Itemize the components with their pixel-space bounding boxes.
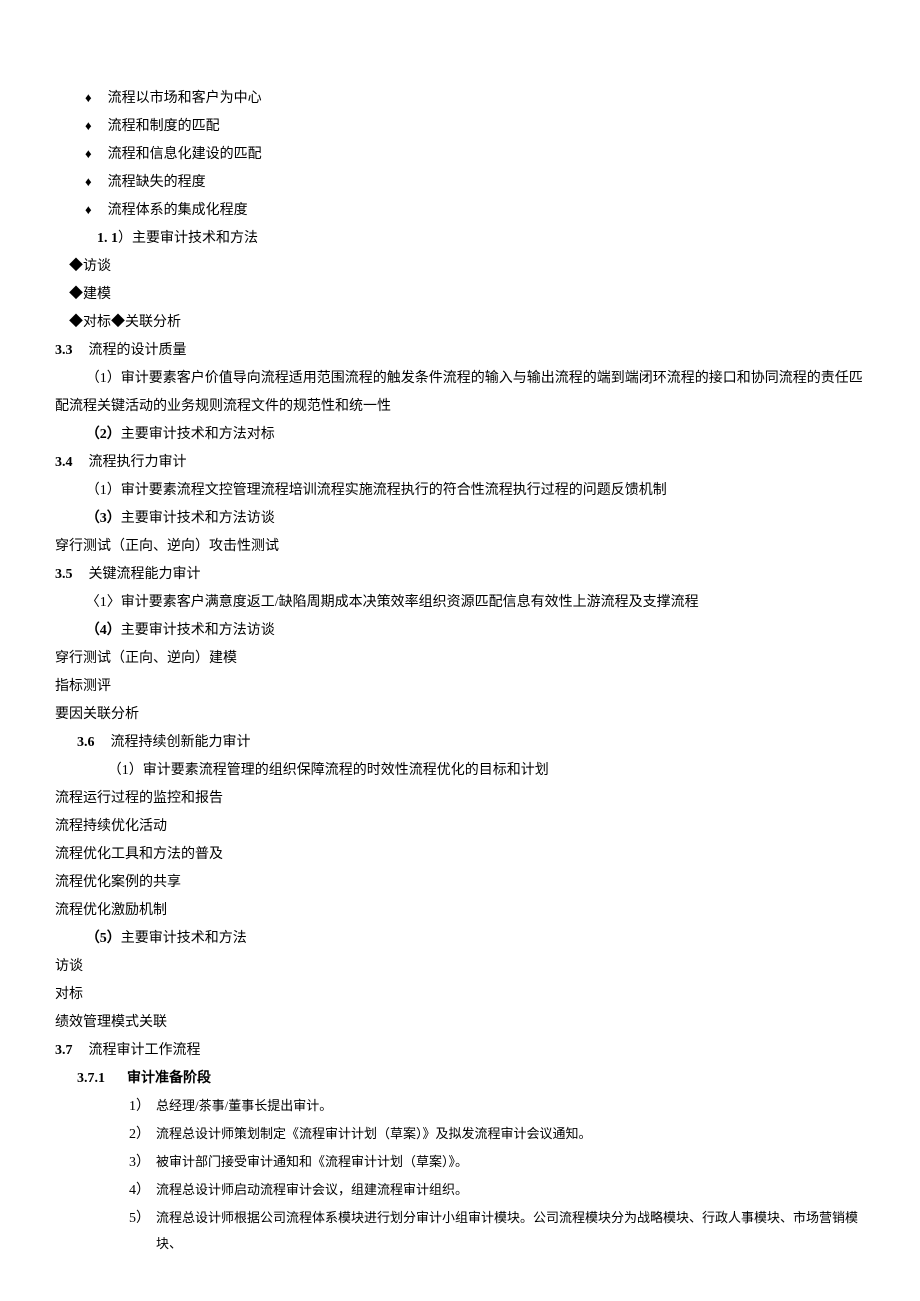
section-3-7-heading: 3.7 流程审计工作流程 [55, 1037, 865, 1065]
list-item: ♦ 流程和信息化建设的匹配 [85, 141, 865, 169]
paragraph: （3）主要审计技术和方法访谈 [55, 505, 865, 533]
diamond-icon: ♦ [85, 113, 92, 139]
section-3-4-heading: 3.4 流程执行力审计 [55, 449, 865, 477]
step-item: 5） 流程总设计师根据公司流程体系模块进行划分审计小组审计模块。公司流程模块分为… [129, 1205, 865, 1257]
list-item: ♦ 流程体系的集成化程度 [85, 197, 865, 225]
paragraph: （5）主要审计技术和方法 [55, 925, 865, 953]
step-label: 2） [129, 1121, 150, 1149]
item-label: （2） [86, 427, 121, 442]
diamond-icon: ♦ [85, 85, 92, 111]
paragraph: （4）主要审计技术和方法访谈 [55, 617, 865, 645]
diamond-icon: ♦ [85, 169, 92, 195]
item-text: 主要审计技术和方法 [121, 931, 247, 946]
paragraph: （1）审计要素流程管理的组织保障流程的时效性流程优化的目标和计划 [77, 757, 865, 785]
paragraph: （1）审计要素流程文控管理流程培训流程实施流程执行的符合性流程执行过程的问题反馈… [55, 477, 865, 505]
section-number: 3.4 [55, 455, 73, 470]
item-text: 主要审计技术和方法访谈 [121, 511, 275, 526]
step-item: 1） 总经理/茶事/董事长提出审计。 [129, 1093, 865, 1121]
section-title: 流程审计工作流程 [89, 1043, 201, 1058]
text-line-bench: ◆对标◆关联分析 [69, 309, 865, 337]
step-item: 3） 被审计部门接受审计通知和《流程审计计划（草案）》。 [129, 1149, 865, 1177]
paragraph: （2）主要审计技术和方法对标 [55, 421, 865, 449]
section-number: 3.7 [55, 1043, 73, 1058]
paragraph: 流程持续优化活动 [55, 813, 865, 841]
subsection-title: ）主要审计技术和方法 [118, 231, 258, 246]
step-text: 流程总设计师启动流程审计会议，组建流程审计组织。 [156, 1177, 468, 1203]
paragraph: 对标 [55, 981, 865, 1009]
diamond-icon: ♦ [85, 197, 92, 223]
subsection-title: 审计准备阶段 [127, 1071, 211, 1086]
step-item: 4） 流程总设计师启动流程审计会议，组建流程审计组织。 [129, 1177, 865, 1205]
subsection-1-1: 1. 1）主要审计技术和方法 [97, 225, 865, 253]
list-item-text: 流程以市场和客户为中心 [108, 85, 262, 113]
step-text: 流程总设计师策划制定《流程审计计划（草案）》及拟发流程审计会议通知。 [156, 1121, 592, 1147]
list-item-text: 流程体系的集成化程度 [108, 197, 248, 225]
paragraph: 绩效管理模式关联 [55, 1009, 865, 1037]
step-label: 4） [129, 1177, 150, 1205]
section-number: 3.5 [55, 567, 73, 582]
paragraph: 访谈 [55, 953, 865, 981]
text-line-modeling: ◆建模 [69, 281, 865, 309]
paragraph: （1）审计要素客户价值导向流程适用范围流程的触发条件流程的输入与输出流程的端到端… [55, 365, 865, 421]
paragraph: 穿行测试（正向、逆向）攻击性测试 [55, 533, 865, 561]
diamond-bullet-list: ♦ 流程以市场和客户为中心 ♦ 流程和制度的匹配 ♦ 流程和信息化建设的匹配 ♦… [85, 85, 865, 225]
paragraph: 流程优化案例的共享 [55, 869, 865, 897]
section-number: 3.6 [77, 735, 95, 750]
diamond-icon: ♦ [85, 141, 92, 167]
section-3-6-heading: 3.6 流程持续创新能力审计 [77, 729, 865, 757]
subsection-number: 3.7.1 [77, 1071, 105, 1086]
item-text: 主要审计技术和方法对标 [121, 427, 275, 442]
step-item: 2） 流程总设计师策划制定《流程审计计划（草案）》及拟发流程审计会议通知。 [129, 1121, 865, 1149]
step-label: 3） [129, 1149, 150, 1177]
list-item-text: 流程和信息化建设的匹配 [108, 141, 262, 169]
paragraph: 穿行测试（正向、逆向）建模 [55, 645, 865, 673]
numbered-steps: 1） 总经理/茶事/董事长提出审计。 2） 流程总设计师策划制定《流程审计计划（… [129, 1093, 865, 1257]
subsection-number: 1. 1 [97, 231, 118, 246]
section-title: 流程持续创新能力审计 [111, 735, 251, 750]
step-label: 1） [129, 1093, 150, 1121]
item-text: 主要审计技术和方法访谈 [121, 623, 275, 638]
section-title: 关键流程能力审计 [89, 567, 201, 582]
item-label: （3） [86, 511, 121, 526]
section-3-3-heading: 3.3 流程的设计质量 [55, 337, 865, 365]
step-text: 总经理/茶事/董事长提出审计。 [156, 1093, 332, 1119]
paragraph: 指标测评 [55, 673, 865, 701]
text-line-interview: ◆访谈 [69, 253, 865, 281]
paragraph: 要因关联分析 [55, 701, 865, 729]
step-text: 被审计部门接受审计通知和《流程审计计划（草案）》。 [156, 1149, 468, 1175]
paragraph: 流程优化激励机制 [55, 897, 865, 925]
section-title: 流程执行力审计 [89, 455, 187, 470]
item-label: （5） [86, 931, 121, 946]
section-3-5-heading: 3.5 关键流程能力审计 [55, 561, 865, 589]
item-label: （4） [86, 623, 121, 638]
paragraph: 〈1〉审计要素客户满意度返工/缺陷周期成本决策效率组织资源匹配信息有效性上游流程… [55, 589, 865, 617]
list-item: ♦ 流程缺失的程度 [85, 169, 865, 197]
list-item: ♦ 流程以市场和客户为中心 [85, 85, 865, 113]
paragraph: 流程运行过程的监控和报告 [55, 785, 865, 813]
list-item: ♦ 流程和制度的匹配 [85, 113, 865, 141]
step-text: 流程总设计师根据公司流程体系模块进行划分审计小组审计模块。公司流程模块分为战略模… [156, 1205, 865, 1257]
section-number: 3.3 [55, 343, 73, 358]
step-label: 5） [129, 1205, 150, 1233]
list-item-text: 流程缺失的程度 [108, 169, 206, 197]
list-item-text: 流程和制度的匹配 [108, 113, 220, 141]
section-title: 流程的设计质量 [89, 343, 187, 358]
paragraph: 流程优化工具和方法的普及 [55, 841, 865, 869]
subsection-3-7-1-heading: 3.7.1 审计准备阶段 [77, 1065, 865, 1093]
